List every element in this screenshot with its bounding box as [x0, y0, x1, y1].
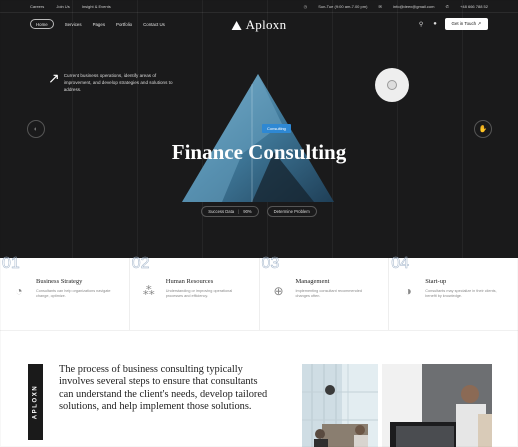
scroll-left-icon[interactable]: ◐: [27, 120, 45, 138]
crosshair-icon: ⊕: [273, 284, 284, 298]
topbar-link-careers[interactable]: Careers: [30, 4, 44, 9]
office-photo: [302, 364, 378, 447]
grid-line: [137, 0, 138, 258]
success-data-pill[interactable]: Success Data | 90%: [201, 206, 259, 217]
nav-pages[interactable]: Pages: [93, 22, 105, 27]
brand-name: Aploxn: [245, 17, 287, 32]
nav-home[interactable]: Home: [30, 19, 54, 29]
hero-headline: Finance Consulting: [171, 140, 347, 164]
hero-section: Careers Join Us Insight & Events ◷ Sun-T…: [0, 0, 518, 258]
service-desc: Implementing consultant recommended chan…: [295, 289, 362, 298]
get-in-touch-button[interactable]: Get in Touch ↗: [444, 18, 488, 30]
hero-triangle-graphic: [182, 74, 334, 202]
top-bar: Careers Join Us Insight & Events ◷ Sun-T…: [0, 0, 518, 13]
theme-toggle-icon[interactable]: ●: [431, 20, 440, 29]
hours-text: Sun-Tue (9:00 am-7.00 pm): [318, 3, 368, 9]
nav-services[interactable]: Services: [65, 22, 82, 27]
topbar-link-join[interactable]: Join Us: [56, 4, 69, 9]
service-card[interactable]: 03 ⊕ Management Implementing consultant …: [260, 255, 390, 330]
pill-separator: |: [238, 209, 240, 214]
page: Careers Join Us Insight & Events ◷ Sun-T…: [0, 0, 518, 447]
services-row: 01 ◔ Business Strategy Consultants can h…: [0, 255, 518, 330]
service-card[interactable]: 04 ◑ Start-up Consultants may specialize…: [389, 255, 518, 330]
service-desc: Consultants can help organizations navig…: [36, 289, 111, 298]
email-text: info@deex@gmail.com: [393, 3, 435, 9]
phone-link[interactable]: ✆ +48 666 788 52: [446, 4, 488, 9]
triangle-logo-icon: [231, 20, 242, 30]
grid-line: [462, 0, 463, 258]
search-icon[interactable]: ⚲: [417, 20, 426, 29]
service-card[interactable]: 01 ◔ Business Strategy Consultants can h…: [0, 255, 130, 330]
service-title: Start-up: [425, 278, 447, 285]
service-number: 03: [261, 255, 280, 273]
service-title: Business Strategy: [36, 278, 83, 285]
hero-intro: ↗ Current business operations, identify …: [48, 70, 174, 93]
nav-portfolio[interactable]: Portfolio: [116, 22, 132, 27]
office-photo-graphic: [302, 364, 378, 447]
grid-line: [397, 0, 398, 258]
brand-logo[interactable]: Aploxn: [231, 17, 287, 33]
determine-problem-pill[interactable]: Determine Problem: [266, 206, 317, 217]
service-desc: Consultants may specialize in their clie…: [425, 289, 497, 298]
pill-label: Determine Problem: [273, 209, 310, 214]
topbar-link-insight[interactable]: Insight & Events: [82, 4, 111, 9]
vertical-logo-text: APLOXN: [32, 384, 39, 420]
service-desc: Understanding or improving operational p…: [165, 289, 233, 298]
email-link[interactable]: ✉ info@deex@gmail.com: [379, 4, 435, 9]
team-photo: [382, 364, 492, 447]
service-number: 01: [2, 255, 20, 273]
main-nav: Home Services Pages Portfolio Contact Us…: [0, 13, 518, 35]
half-circle-icon: ◑: [404, 284, 412, 298]
service-card[interactable]: 02 ⁂ Human Resources Understanding or im…: [130, 255, 260, 330]
disc-icon: [387, 80, 397, 90]
pill-value: 90%: [243, 209, 252, 214]
grid-line: [72, 0, 73, 258]
intro-text: Current business operations, identify ar…: [63, 73, 173, 92]
hero-pills: Success Data | 90% Determine Problem: [0, 206, 518, 217]
service-number: 02: [131, 255, 150, 273]
service-number: 04: [391, 255, 410, 273]
nav-contact[interactable]: Contact Us: [143, 22, 165, 27]
play-badge[interactable]: [375, 68, 409, 102]
phone-text: +48 666 788 52: [460, 3, 488, 9]
vertical-brand-logo: APLOXN: [28, 364, 43, 440]
pie-chart-icon: ◔: [15, 284, 23, 298]
opening-hours: ◷ Sun-Tue (9:00 am-7.00 pm): [303, 3, 368, 9]
about-paragraph: The process of business consulting typic…: [59, 364, 268, 413]
service-title: Management: [295, 278, 330, 285]
service-title: Human Resources: [165, 278, 214, 285]
circles-icon: ⁂: [142, 284, 155, 298]
scroll-right-icon[interactable]: ✋: [474, 120, 492, 138]
arrow-up-right-icon: ↗: [48, 70, 60, 86]
consulting-tag: Consulting: [262, 124, 291, 133]
team-photo-graphic: [382, 364, 492, 447]
pill-label: Success Data: [208, 209, 235, 214]
